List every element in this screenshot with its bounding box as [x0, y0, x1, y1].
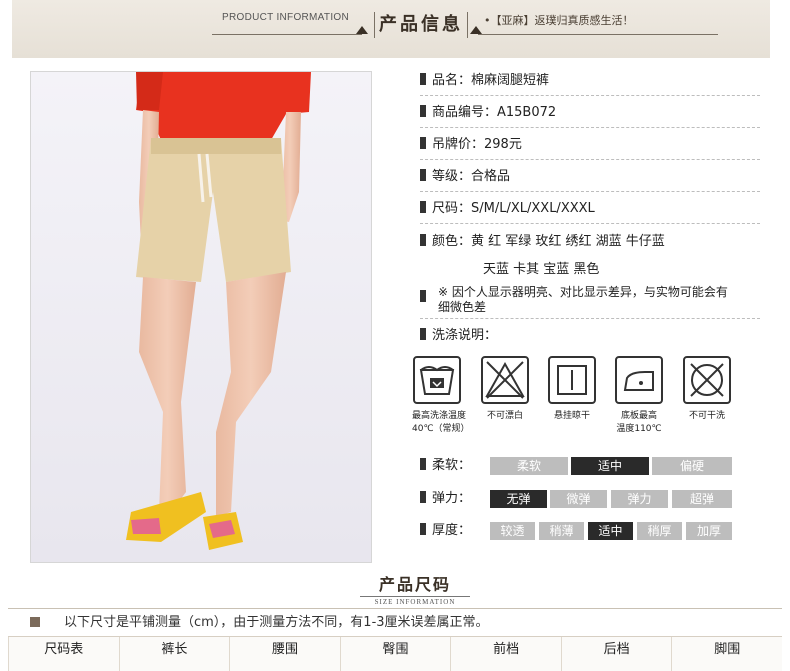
size-col-label: 尺码表	[8, 637, 119, 671]
header-rule-left	[212, 34, 362, 35]
bullet-icon	[420, 201, 426, 213]
thickness-option-medium: 适中	[588, 522, 633, 540]
divider	[420, 223, 760, 224]
product-information-label: PRODUCT INFORMATION	[222, 12, 349, 23]
info-colors: 颜色：黄 红 军绿 玫红 绣红 湖蓝 牛仔蓝	[420, 231, 760, 257]
elasticity-option-none: 无弹	[490, 490, 547, 508]
model-figure-icon	[31, 72, 371, 562]
bullet-icon	[420, 137, 426, 149]
softness-label: 柔软：	[420, 456, 471, 476]
size-section-title: 产品尺码 SIZE INFORMATION	[360, 571, 470, 606]
divider	[420, 191, 760, 192]
hang-dry-icon	[548, 356, 596, 404]
softness-option-medium: 适中	[571, 457, 649, 475]
size-col-length: 裤长	[118, 637, 230, 671]
info-grade: 等级：合格品	[420, 166, 760, 192]
bullet-icon	[420, 523, 426, 535]
product-info-badge: 产品信息	[374, 12, 468, 38]
product-photo	[30, 71, 372, 563]
info-price: 吊牌价：298元	[420, 134, 760, 160]
size-col-back-rise: 后档	[560, 637, 672, 671]
info-sizes: 尺码：S/M/L/XL/XXL/XXXL	[420, 198, 760, 224]
wash-title: 洗涤说明：	[420, 325, 760, 351]
bullet-icon	[420, 290, 426, 302]
bullet-icon	[420, 491, 426, 503]
size-table-header: 尺码表 裤长 腰围 臀围 前档 后档 脚围	[8, 636, 783, 671]
wash-item-iron: 底板最高 温度110℃	[614, 356, 664, 436]
info-colors-line2: 天蓝 卡其 宝蓝 黑色	[483, 262, 600, 277]
divider	[420, 318, 760, 319]
bullet-icon	[420, 105, 426, 117]
wash-item-bleach: 不可漂白	[480, 356, 530, 423]
elasticity-option-super: 超弹	[672, 490, 732, 508]
no-bleach-icon	[481, 356, 529, 404]
info-code: 商品编号：A15B072	[420, 102, 760, 128]
wash-temp-40-icon	[413, 356, 461, 404]
size-note: 以下尺寸是平铺测量（cm），由于测量方法不同，有1-3厘米误差属正常。	[30, 611, 489, 630]
triangle-left-icon	[356, 26, 368, 34]
bullet-icon	[420, 169, 426, 181]
thickness-option-thin: 稍薄	[539, 522, 584, 540]
thickness-option-sheer: 较透	[490, 522, 535, 540]
thickness-label: 厚度：	[420, 521, 471, 541]
divider	[420, 127, 760, 128]
color-disclaimer: ※ 因个人显示器明亮、对比显示差异，与实物可能会有细微色差	[438, 285, 728, 314]
bullet-icon	[420, 458, 426, 470]
softness-option-hard: 偏硬	[652, 457, 732, 475]
info-name: 品名：棉麻阔腿短裤	[420, 70, 760, 96]
no-dry-clean-icon	[683, 356, 731, 404]
elasticity-option-elastic: 弹力	[611, 490, 668, 508]
size-col-front-rise: 前档	[450, 637, 561, 671]
bullet-icon	[420, 73, 426, 85]
size-col-waist: 腰围	[229, 637, 340, 671]
size-col-leg-opening: 脚围	[671, 637, 783, 671]
iron-110-icon	[615, 356, 663, 404]
elasticity-option-slight: 微弹	[550, 490, 607, 508]
header-slogan: •【亚麻】返璞归真质感生活！	[484, 14, 634, 27]
elasticity-label: 弹力：	[420, 489, 471, 509]
triangle-right-icon	[470, 26, 482, 34]
bullet-icon	[420, 328, 426, 340]
thickness-option-thick: 稍厚	[637, 522, 682, 540]
square-bullet-icon	[30, 617, 40, 627]
divider	[420, 159, 760, 160]
size-title-en: SIZE INFORMATION	[360, 596, 470, 606]
softness-option-soft: 柔软	[490, 457, 568, 475]
size-title-cn: 产品尺码	[378, 575, 451, 594]
wash-item-dryclean: 不可干洗	[682, 356, 732, 423]
bullet-icon	[420, 234, 426, 246]
thickness-option-extra-thick: 加厚	[686, 522, 732, 540]
header-rule-right	[478, 34, 718, 35]
header-banner: PRODUCT INFORMATION 产品信息 •【亚麻】返璞归真质感生活！	[12, 0, 770, 58]
wash-item-hang: 悬挂晾干	[547, 356, 597, 423]
wash-item-temp: 最高洗涤温度 40℃（常规）	[412, 356, 470, 436]
divider	[420, 95, 760, 96]
size-col-hip: 臀围	[339, 637, 451, 671]
